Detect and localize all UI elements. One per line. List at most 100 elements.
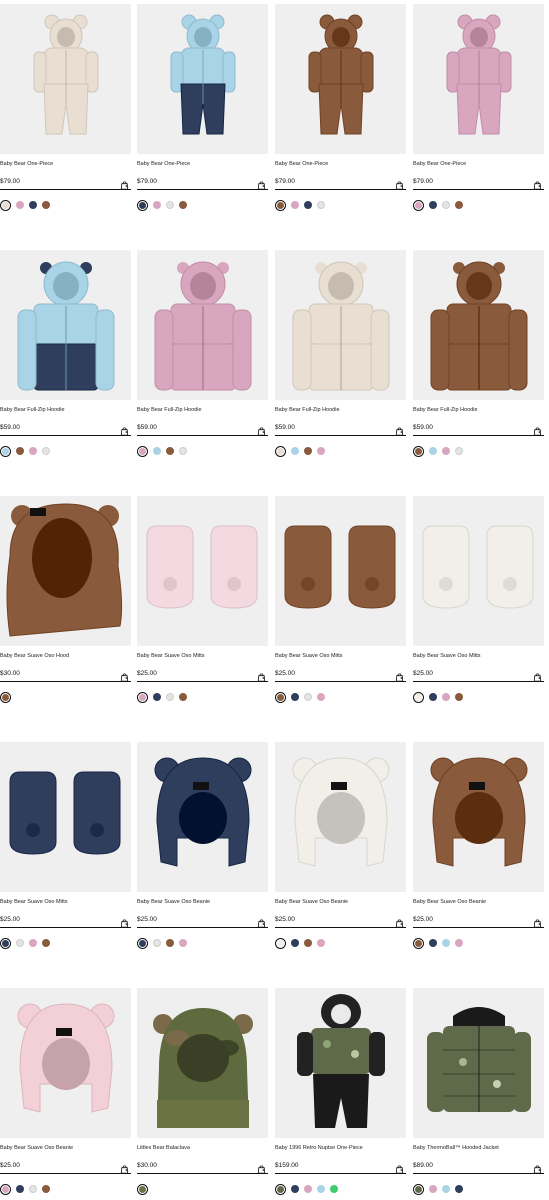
product-card[interactable]: Baby Bear Suave Oso Beanie $25.00 — [413, 738, 544, 950]
color-swatch-pink[interactable] — [429, 1185, 437, 1193]
product-image[interactable] — [275, 742, 406, 892]
product-name[interactable]: Baby 1996 Retro Nuptse One-Piece — [275, 1145, 363, 1151]
add-to-bag-icon[interactable] — [257, 177, 266, 190]
color-swatch-navy[interactable] — [137, 937, 148, 949]
product-image[interactable] — [275, 496, 406, 646]
product-card[interactable]: Baby Bear Suave Oso Beanie $25.00 — [0, 984, 131, 1196]
product-card[interactable]: Baby Bear Suave Oso Mitts $25.00 — [413, 492, 544, 704]
color-swatch-pink[interactable] — [137, 691, 148, 703]
color-swatch-navy[interactable] — [16, 1185, 24, 1193]
product-card[interactable]: Baby Bear One-Piece $79.00 — [275, 0, 406, 212]
add-to-bag-icon[interactable] — [395, 177, 404, 190]
add-to-bag-icon[interactable] — [395, 423, 404, 436]
color-swatch-pink[interactable] — [304, 1185, 312, 1193]
color-swatch-offwhite[interactable] — [413, 691, 424, 703]
product-image[interactable] — [413, 4, 544, 154]
color-swatch-brown[interactable] — [304, 447, 312, 455]
color-swatch-navy[interactable] — [291, 693, 299, 701]
product-card[interactable]: Baby Bear Suave Oso Beanie $25.00 — [275, 738, 406, 950]
product-card[interactable]: Littles Bear Balaclava $30.00 — [137, 984, 268, 1196]
add-to-bag-icon[interactable] — [120, 669, 129, 682]
add-to-bag-icon[interactable] — [257, 669, 266, 682]
add-to-bag-icon[interactable] — [533, 915, 542, 928]
product-card[interactable]: Baby Bear Full-Zip Hoodie $59.00 — [0, 246, 131, 458]
product-image[interactable] — [0, 988, 131, 1138]
color-swatch-brown[interactable] — [0, 691, 11, 703]
color-swatch-lightgray[interactable] — [179, 447, 187, 455]
color-swatch-lightgray[interactable] — [304, 693, 312, 701]
color-swatch-pink[interactable] — [442, 447, 450, 455]
product-name[interactable]: Baby Bear Suave Oso Mitts — [0, 899, 68, 905]
color-swatch-pink[interactable] — [317, 693, 325, 701]
product-card[interactable]: Baby Bear One-Piece $79.00 — [137, 0, 268, 212]
color-swatch-camo[interactable] — [413, 1183, 424, 1195]
product-image[interactable] — [137, 496, 268, 646]
product-card[interactable]: Baby Bear Suave Oso Mitts $25.00 — [275, 492, 406, 704]
product-name[interactable]: Baby Bear Suave Oso Mitts — [137, 653, 205, 659]
product-name[interactable]: Baby Bear One-Piece — [413, 161, 466, 167]
color-swatch-navy[interactable] — [137, 199, 148, 211]
color-swatch-lightgray[interactable] — [455, 447, 463, 455]
color-swatch-cream[interactable] — [0, 199, 11, 211]
product-name[interactable]: Baby Bear Full-Zip Hoodie — [137, 407, 202, 413]
product-card[interactable]: Baby Bear One-Piece $79.00 — [0, 0, 131, 212]
color-swatch-green[interactable] — [330, 1185, 338, 1193]
color-swatch-navy[interactable] — [455, 1185, 463, 1193]
product-image[interactable] — [413, 988, 544, 1138]
color-swatch-brown[interactable] — [455, 693, 463, 701]
product-card[interactable]: Baby ThermoBall™ Hooded Jacket $89.00 — [413, 984, 544, 1196]
product-card[interactable]: Baby Bear One-Piece $79.00 — [413, 0, 544, 212]
add-to-bag-icon[interactable] — [120, 423, 129, 436]
color-swatch-lightblue[interactable] — [0, 445, 11, 457]
color-swatch-pink[interactable] — [442, 693, 450, 701]
color-swatch-navy[interactable] — [429, 201, 437, 209]
product-card[interactable]: Baby Bear Suave Oso Mitts $25.00 — [0, 738, 131, 950]
product-name[interactable]: Baby Bear One-Piece — [137, 161, 190, 167]
color-swatch-pink[interactable] — [455, 939, 463, 947]
color-swatch-navy[interactable] — [429, 939, 437, 947]
product-card[interactable]: Baby Bear Suave Oso Beanie $25.00 — [137, 738, 268, 950]
color-swatch-pink[interactable] — [137, 445, 148, 457]
color-swatch-lightblue[interactable] — [153, 447, 161, 455]
add-to-bag-icon[interactable] — [120, 1161, 129, 1174]
product-name[interactable]: Baby Bear Suave Oso Mitts — [275, 653, 343, 659]
color-swatch-lightgray[interactable] — [29, 1185, 37, 1193]
color-swatch-brown[interactable] — [413, 937, 424, 949]
product-name[interactable]: Baby Bear Suave Oso Beanie — [275, 899, 348, 905]
color-swatch-navy[interactable] — [291, 939, 299, 947]
product-card[interactable]: Baby Bear Full-Zip Hoodie $59.00 — [413, 246, 544, 458]
color-swatch-pink[interactable] — [0, 1183, 11, 1195]
color-swatch-navy[interactable] — [291, 1185, 299, 1193]
product-image[interactable] — [0, 4, 131, 154]
color-swatch-brown[interactable] — [179, 693, 187, 701]
product-image[interactable] — [0, 250, 131, 400]
color-swatch-brown[interactable] — [413, 445, 424, 457]
product-image[interactable] — [137, 988, 268, 1138]
color-swatch-pink[interactable] — [317, 447, 325, 455]
color-swatch-cream[interactable] — [275, 445, 286, 457]
color-swatch-lightgray[interactable] — [42, 447, 50, 455]
add-to-bag-icon[interactable] — [395, 669, 404, 682]
product-name[interactable]: Baby Bear One-Piece — [275, 161, 328, 167]
color-swatch-brown[interactable] — [275, 691, 286, 703]
product-image[interactable] — [413, 250, 544, 400]
product-name[interactable]: Baby Bear Suave Oso Beanie — [413, 899, 486, 905]
product-image[interactable] — [0, 742, 131, 892]
product-name[interactable]: Baby Bear Suave Oso Hood — [0, 653, 69, 659]
product-image[interactable] — [275, 250, 406, 400]
product-card[interactable]: Baby Bear Full-Zip Hoodie $59.00 — [275, 246, 406, 458]
color-swatch-navy[interactable] — [153, 693, 161, 701]
color-swatch-pink[interactable] — [413, 199, 424, 211]
color-swatch-brown[interactable] — [42, 1185, 50, 1193]
product-image[interactable] — [275, 988, 406, 1138]
add-to-bag-icon[interactable] — [533, 177, 542, 190]
color-swatch-pink[interactable] — [153, 201, 161, 209]
color-swatch-brown[interactable] — [42, 939, 50, 947]
color-swatch-pink[interactable] — [29, 939, 37, 947]
product-card[interactable]: Baby Bear Suave Oso Hood $30.00 — [0, 492, 131, 704]
color-swatch-brown[interactable] — [42, 201, 50, 209]
color-swatch-brown[interactable] — [16, 447, 24, 455]
product-image[interactable] — [137, 4, 268, 154]
product-image[interactable] — [413, 496, 544, 646]
color-swatch-brown[interactable] — [304, 939, 312, 947]
